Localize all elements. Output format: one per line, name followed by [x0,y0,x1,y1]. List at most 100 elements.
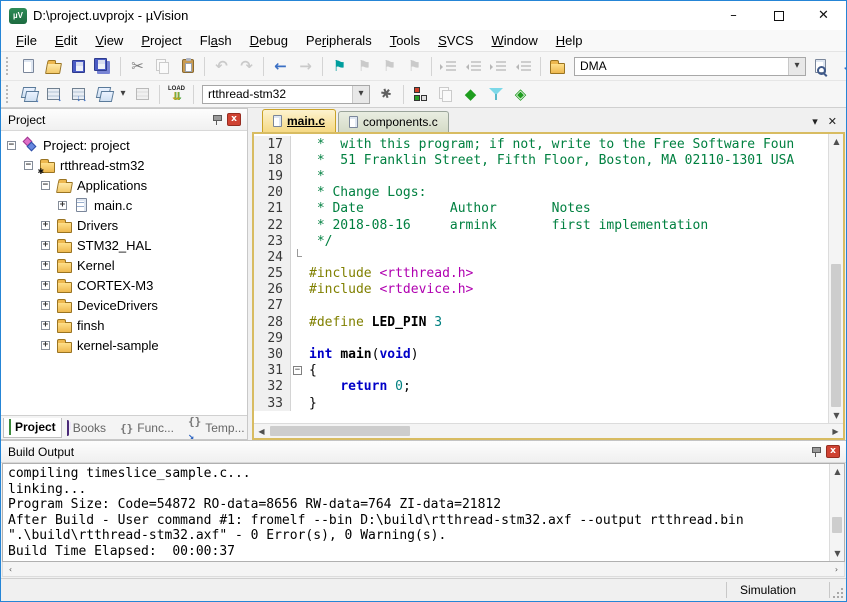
code-line[interactable]: 28#define LED_PIN 3 [254,314,828,330]
code-line[interactable]: 21 * Date Author Notes [254,201,828,217]
scroll-up-icon[interactable]: ▲ [829,134,843,149]
close-button[interactable]: ✕ [801,1,846,30]
menu-tools[interactable]: Tools [381,31,429,50]
tree-expander-icon[interactable]: − [41,181,50,190]
tree-expander-icon[interactable]: + [41,221,50,230]
maximize-button[interactable] [756,1,801,30]
tree-item-cortex-m3[interactable]: +CORTEX-M3 [1,275,247,295]
code-line[interactable]: 32 return 0; [254,379,828,395]
code-line[interactable]: 25#include <rtthread.h> [254,266,828,282]
menu-window[interactable]: Window [482,31,546,50]
close-panel-icon[interactable]: x [225,112,243,128]
document-list-dropdown-icon[interactable]: ▾ [812,115,818,128]
tree-expander-icon[interactable]: + [41,281,50,290]
target-options-icon[interactable]: ✱ [374,83,399,106]
menu-flash[interactable]: Flash [191,31,241,50]
tree-item-rtthread-stm32[interactable]: −rtthread-stm32 [1,155,247,175]
code-line[interactable]: 20 * Change Logs: [254,185,828,201]
panel-tab-temp[interactable]: {}↘Temp... [183,418,250,438]
incremental-find-icon[interactable]: ↓ [835,55,846,78]
code-line[interactable]: 19 * [254,168,828,184]
scroll-up-icon[interactable]: ▲ [830,464,845,479]
editor-horizontal-scrollbar[interactable]: ◀ ▶ [254,423,843,438]
insert-bookmark-icon[interactable]: ⚑ [327,55,352,78]
editor-hscroll-thumb[interactable] [270,426,410,436]
tree-expander-icon[interactable]: + [41,261,50,270]
editor-vscroll-thumb[interactable] [831,264,841,407]
code-line[interactable]: 30int main(void) [254,346,828,362]
panel-tab-books[interactable]: Books [62,418,111,438]
code-line[interactable]: 33} [254,395,828,411]
rebuild-all-icon[interactable]: ↓↓ [66,83,91,106]
batch-build-icon[interactable] [91,83,116,106]
manage-project-items-icon[interactable] [408,83,433,106]
close-panel-icon[interactable]: x [824,444,842,460]
translate-file-icon[interactable]: ↓ [16,83,41,106]
build-output-text[interactable]: compiling timeslice_sample.c...linking..… [3,464,829,561]
menu-svcs[interactable]: SVCS [429,31,482,50]
minimize-button[interactable]: – [711,1,756,30]
resize-grip[interactable] [830,579,846,601]
code-line[interactable]: 23 */ [254,233,828,249]
tree-item-drivers[interactable]: +Drivers [1,215,247,235]
tree-expander-icon[interactable]: + [41,321,50,330]
menu-peripherals[interactable]: Peripherals [297,31,381,50]
paste-icon[interactable] [175,55,200,78]
code-line[interactable]: 27 [254,298,828,314]
menu-debug[interactable]: Debug [241,31,297,50]
tree-item-project-project[interactable]: −Project: project [1,135,247,155]
target-select-dropdown-icon[interactable]: ▾ [352,86,369,103]
panel-tab-func[interactable]: {}Func... [115,418,179,438]
download-code-icon[interactable]: LOAD⇊ [164,83,189,106]
editor-vertical-scrollbar[interactable]: ▲ ▼ [828,134,843,423]
code-editor[interactable]: 17 * with this program; if not, write to… [254,134,828,423]
tree-item-devicedrivers[interactable]: +DeviceDrivers [1,295,247,315]
document-tab-components-c[interactable]: components.c [338,111,449,132]
build-horizontal-scrollbar[interactable]: ‹ › [2,562,845,577]
menu-help[interactable]: Help [547,31,592,50]
menu-project[interactable]: Project [132,31,190,50]
scroll-left-icon[interactable]: ‹ [3,562,18,577]
build-vertical-scrollbar[interactable]: ▲ ▼ [829,464,844,561]
code-line[interactable]: 29 [254,330,828,346]
menu-file[interactable]: File [7,31,46,50]
tree-item-applications[interactable]: −Applications [1,175,247,195]
pin-icon[interactable] [207,112,225,128]
tree-expander-icon[interactable]: + [58,201,67,210]
find-in-files-icon[interactable] [810,55,835,78]
code-line[interactable]: 26#include <rtdevice.h> [254,282,828,298]
tree-item-kernel[interactable]: +Kernel [1,255,247,275]
build-target-icon[interactable]: ↓ [41,83,66,106]
tree-expander-icon[interactable]: + [41,241,50,250]
pin-icon[interactable] [806,444,824,460]
find-in-files-dialog-icon[interactable] [545,55,570,78]
document-tab-main-c[interactable]: main.c [262,109,336,132]
save-icon[interactable] [66,55,91,78]
scroll-left-icon[interactable]: ◀ [254,424,269,439]
find-text-dropdown-icon[interactable]: ▾ [788,58,805,75]
fold-collapse-icon[interactable]: − [293,366,302,375]
scroll-right-icon[interactable]: ▶ [828,424,843,439]
code-line[interactable]: 31−{ [254,363,828,379]
select-software-packs-icon[interactable] [483,83,508,106]
pack-installer-icon[interactable]: ◈ [508,83,533,106]
tree-expander-icon[interactable]: + [41,341,50,350]
tree-expander-icon[interactable]: + [41,301,50,310]
find-text-combo[interactable]: DMA▾ [574,57,806,76]
scroll-right-icon[interactable]: › [829,562,844,577]
open-file-icon[interactable] [41,55,66,78]
tree-item-finsh[interactable]: +finsh [1,315,247,335]
save-all-icon[interactable] [91,55,116,78]
toolbar-grip[interactable] [6,57,12,75]
close-document-icon[interactable]: ✕ [828,115,837,128]
panel-tab-project[interactable]: Project [3,418,62,438]
menu-edit[interactable]: Edit [46,31,86,50]
new-file-icon[interactable] [16,55,41,78]
tree-item-kernel-sample[interactable]: +kernel-sample [1,335,247,355]
toolbar-grip[interactable] [6,85,12,103]
scroll-down-icon[interactable]: ▼ [830,546,845,561]
code-line[interactable]: 17 * with this program; if not, write to… [254,136,828,152]
code-line[interactable]: 22 * 2018-08-16 armink first implementat… [254,217,828,233]
navigate-back-icon[interactable]: ← [268,55,293,78]
code-line[interactable]: 24 [254,249,828,265]
